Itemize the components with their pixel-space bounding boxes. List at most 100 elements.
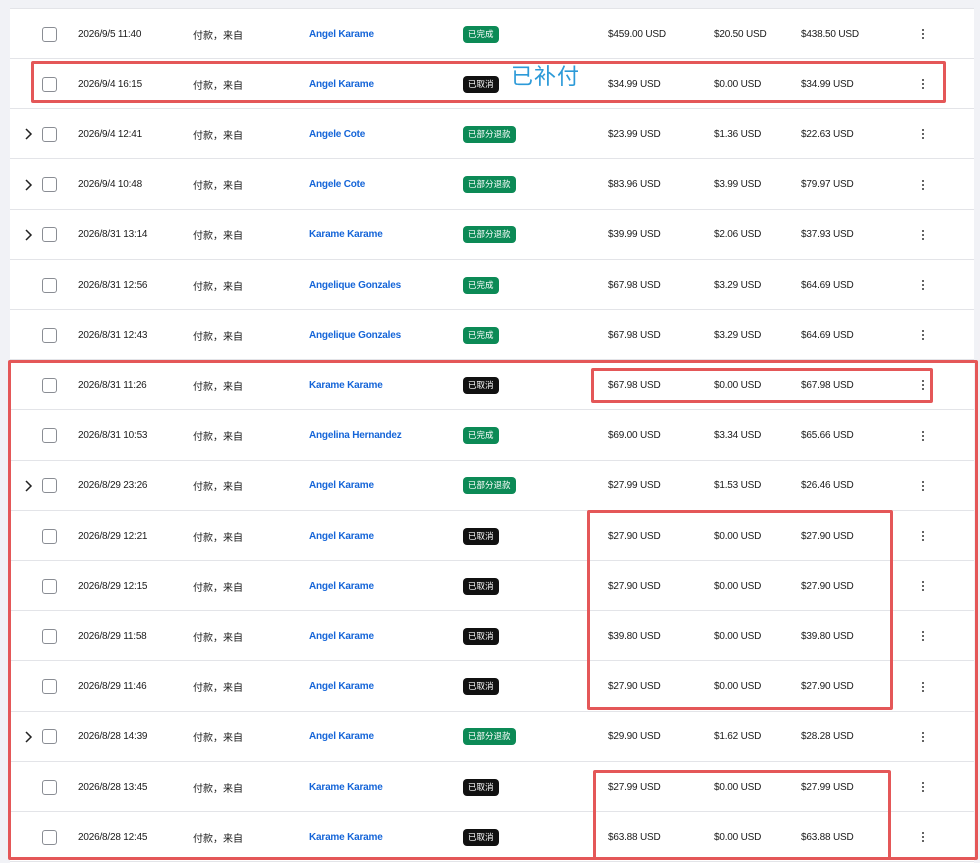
- table-row[interactable]: 2026/8/31 12:56 付款，来自 Angelique Gonzales…: [10, 260, 974, 310]
- more-vertical-icon: [922, 581, 924, 592]
- row-actions-button[interactable]: [916, 160, 930, 210]
- table-row[interactable]: 2026/9/5 11:40 付款，来自 Angel Karame 已完成 $4…: [10, 9, 974, 59]
- status-badge: 已取消: [463, 678, 499, 696]
- row-checkbox-cell: [42, 210, 57, 260]
- customer-link[interactable]: Angel Karame: [309, 662, 374, 712]
- row-actions-button[interactable]: [916, 411, 930, 461]
- customer-link[interactable]: Angel Karame: [309, 611, 374, 661]
- table-row[interactable]: 2026/8/29 12:15 付款，来自 Angel Karame 已取消 $…: [10, 561, 974, 612]
- table-row[interactable]: 2026/8/31 12:43 付款，来自 Angelique Gonzales…: [10, 310, 974, 361]
- customer-link[interactable]: Angel Karame: [309, 59, 374, 109]
- row-checkbox-cell: [42, 511, 57, 561]
- row-checkbox[interactable]: [42, 277, 57, 293]
- table-row[interactable]: 2026/8/31 10:53 付款，来自 Angelina Hernandez…: [10, 411, 974, 461]
- row-checkbox[interactable]: [42, 679, 57, 695]
- table-row[interactable]: 2026/8/28 13:45 付款，来自 Karame Karame 已取消 …: [10, 762, 974, 812]
- expand-row-button[interactable]: [21, 712, 35, 762]
- transaction-type: 付款，来自: [193, 582, 243, 594]
- expand-row-button[interactable]: [21, 461, 35, 511]
- customer-link[interactable]: Karame Karame: [309, 812, 383, 862]
- table-row[interactable]: 2026/9/4 16:15 付款，来自 Angel Karame 已取消 $3…: [10, 59, 974, 110]
- customer-link[interactable]: Karame Karame: [309, 762, 383, 812]
- row-actions-button[interactable]: [916, 461, 930, 511]
- customer-link[interactable]: Angel Karame: [309, 9, 374, 59]
- row-actions-button[interactable]: [916, 812, 930, 862]
- row-checkbox[interactable]: [42, 829, 57, 845]
- table-row[interactable]: 2026/8/29 11:46 付款，来自 Angel Karame 已取消 $…: [10, 662, 974, 712]
- table-row[interactable]: 2026/8/28 14:39 付款，来自 Angel Karame 已部分退款…: [10, 712, 974, 762]
- status-cell: 已完成: [463, 310, 499, 360]
- expand-row-button[interactable]: [21, 210, 35, 260]
- amount: $67.98 USD: [608, 379, 661, 391]
- row-checkbox[interactable]: [42, 177, 57, 193]
- transaction-date: 2026/8/31 12:43: [78, 329, 148, 341]
- row-actions-button[interactable]: [916, 712, 930, 762]
- row-actions-button[interactable]: [916, 310, 930, 360]
- table-row[interactable]: 2026/8/29 23:26 付款，来自 Angel Karame 已部分退款…: [10, 461, 974, 511]
- row-actions-button[interactable]: [916, 360, 930, 410]
- more-vertical-icon: [922, 179, 924, 190]
- transaction-date: 2026/8/28 14:39: [78, 731, 148, 743]
- row-checkbox[interactable]: [42, 76, 57, 92]
- row-checkbox[interactable]: [42, 779, 57, 795]
- fee: $0.00 USD: [714, 379, 762, 391]
- row-checkbox[interactable]: [42, 528, 57, 544]
- row-actions-button[interactable]: [916, 662, 930, 712]
- table-row[interactable]: 2026/9/4 10:48 付款，来自 Angele Cote 已部分退款 $…: [10, 160, 974, 210]
- transaction-type: 付款，来自: [193, 482, 243, 494]
- customer-link[interactable]: Angel Karame: [309, 511, 374, 561]
- status-cell: 已取消: [463, 561, 499, 611]
- row-checkbox[interactable]: [42, 126, 57, 142]
- customer-link[interactable]: Angel Karame: [309, 561, 374, 611]
- customer-link[interactable]: Angel Karame: [309, 461, 374, 511]
- row-checkbox[interactable]: [42, 628, 57, 644]
- row-actions-button[interactable]: [916, 260, 930, 310]
- customer-link[interactable]: Angele Cote: [309, 109, 365, 159]
- table-row[interactable]: 2026/8/31 11:26 付款，来自 Karame Karame 已取消 …: [10, 360, 974, 411]
- row-actions-button[interactable]: [916, 109, 930, 159]
- more-vertical-icon: [922, 129, 924, 140]
- transaction-type: 付款，来自: [193, 331, 243, 343]
- row-actions-button[interactable]: [916, 561, 930, 611]
- row-checkbox[interactable]: [42, 26, 57, 42]
- row-checkbox[interactable]: [42, 478, 57, 494]
- row-checkbox-cell: [42, 260, 57, 310]
- chevron-right-icon: [24, 229, 32, 241]
- row-checkbox[interactable]: [42, 327, 57, 343]
- row-checkbox-cell: [42, 561, 57, 611]
- row-actions-button[interactable]: [916, 511, 930, 561]
- row-actions-button[interactable]: [916, 9, 930, 59]
- row-actions-button[interactable]: [916, 210, 930, 260]
- status-badge: 已完成: [463, 276, 499, 294]
- table-row[interactable]: 2026/8/31 13:14 付款，来自 Karame Karame 已部分退…: [10, 210, 974, 260]
- customer-link[interactable]: Karame Karame: [309, 360, 383, 410]
- table-row[interactable]: 2026/9/4 12:41 付款，来自 Angele Cote 已部分退款 $…: [10, 109, 974, 160]
- customer-link[interactable]: Karame Karame: [309, 210, 383, 260]
- table-row[interactable]: 2026/8/29 12:21 付款，来自 Angel Karame 已取消 $…: [10, 511, 974, 561]
- table-row[interactable]: 2026/8/28 12:45 付款，来自 Karame Karame 已取消 …: [10, 812, 974, 863]
- customer-link[interactable]: Angel Karame: [309, 712, 374, 762]
- transaction-type: 付款，来自: [193, 381, 243, 393]
- row-checkbox-cell: [42, 360, 57, 410]
- row-checkbox[interactable]: [42, 428, 57, 444]
- row-checkbox[interactable]: [42, 377, 57, 393]
- customer-link[interactable]: Angelique Gonzales: [309, 260, 401, 310]
- amount: $67.98 USD: [608, 279, 661, 291]
- customer-link[interactable]: Angelina Hernandez: [309, 411, 402, 461]
- row-actions-button[interactable]: [916, 59, 930, 109]
- net-amount: $27.90 USD: [801, 681, 854, 693]
- more-vertical-icon: [922, 832, 924, 843]
- expand-row-button[interactable]: [21, 109, 35, 159]
- status-badge: 已部分退款: [463, 125, 516, 143]
- row-actions-button[interactable]: [916, 611, 930, 661]
- customer-link[interactable]: Angele Cote: [309, 160, 365, 210]
- row-actions-button[interactable]: [916, 762, 930, 812]
- row-checkbox[interactable]: [42, 729, 57, 745]
- net-amount: $64.69 USD: [801, 329, 854, 341]
- expand-row-button[interactable]: [21, 160, 35, 210]
- row-checkbox[interactable]: [42, 227, 57, 243]
- table-row[interactable]: 2026/8/29 11:58 付款，来自 Angel Karame 已取消 $…: [10, 611, 974, 662]
- status-cell: 已部分退款: [463, 712, 516, 762]
- row-checkbox[interactable]: [42, 578, 57, 594]
- customer-link[interactable]: Angelique Gonzales: [309, 310, 401, 360]
